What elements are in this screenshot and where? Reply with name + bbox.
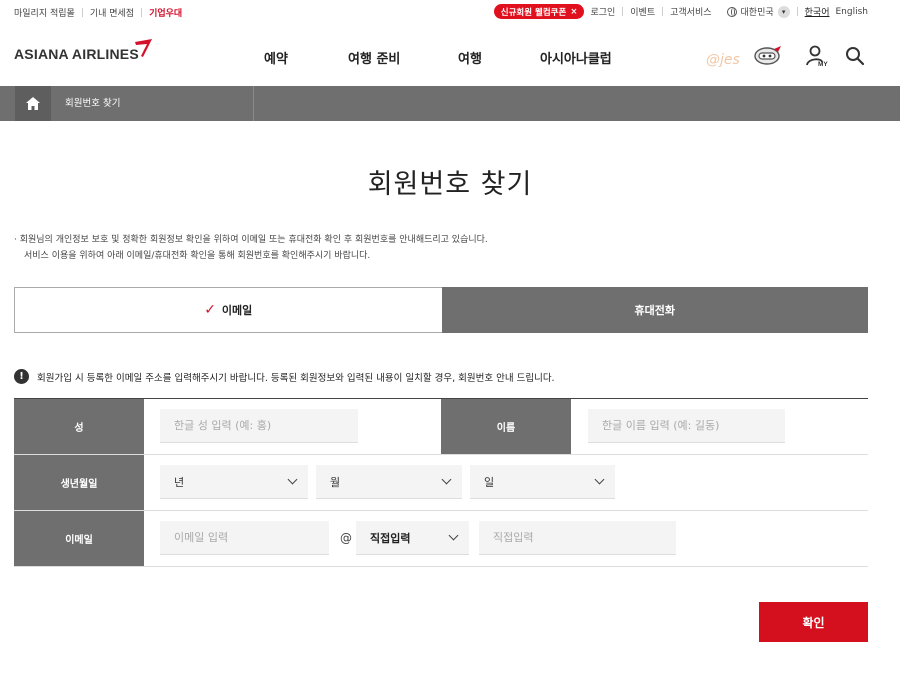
- home-button[interactable]: [15, 86, 51, 121]
- chevron-down-icon: [594, 474, 605, 485]
- email-id-input[interactable]: [160, 521, 329, 555]
- name-row: 성 이름: [14, 399, 868, 455]
- birth-year-value: 년: [174, 475, 185, 489]
- intro-line-2: 서비스 이용을 위하여 아래 이메일/휴대전화 확인을 통해 회원번호를 확인해…: [24, 251, 371, 261]
- email-notice: ! 회원가입 시 등록한 이메일 주소를 입력해주시기 바랍니다. 등록된 회원…: [14, 369, 555, 384]
- divider: [141, 8, 143, 17]
- tab-email[interactable]: ✓ 이메일: [14, 287, 442, 333]
- close-icon[interactable]: ×: [570, 7, 577, 17]
- region-label: 대한민국: [740, 8, 774, 18]
- logo-wing-icon: [135, 39, 152, 57]
- mascot-icon[interactable]: [750, 44, 784, 66]
- login-link[interactable]: 로그인: [590, 5, 615, 18]
- event-link[interactable]: 이벤트: [630, 5, 655, 18]
- email-domain-input[interactable]: [479, 521, 676, 555]
- email-row: 이메일 @ 직접입력: [14, 511, 868, 567]
- birthdate-label: 생년월일: [14, 455, 144, 510]
- utility-right: 신규회원 웰컴쿠폰 × 로그인 이벤트 고객서비스 대한민국 ▾ 한국어 Eng…: [493, 4, 869, 19]
- tab-email-label: 이메일: [221, 304, 253, 317]
- globe-icon: [726, 6, 737, 17]
- mileage-mall-link[interactable]: 마일리지 적립몰: [14, 6, 75, 19]
- chevron-down-icon: [441, 474, 452, 485]
- chevron-down-icon: [448, 530, 459, 541]
- breadcrumb-current[interactable]: 회원번호 찾기: [51, 86, 254, 121]
- utility-bar: 마일리지 적립몰 기내 면세점 기업우대 신규회원 웰컴쿠폰 × 로그인 이벤트…: [0, 0, 900, 24]
- birth-month-value: 월: [330, 475, 341, 489]
- coupon-label: 신규회원 웰컴쿠폰: [500, 7, 567, 18]
- page-title: 회원번호 찾기: [367, 169, 533, 200]
- birth-month-select[interactable]: 월: [316, 465, 462, 499]
- lang-english-link[interactable]: English: [836, 7, 869, 17]
- tab-phone[interactable]: 휴대전화: [441, 287, 868, 333]
- nav-reservation[interactable]: 예약: [264, 48, 288, 67]
- email-domain-value: 직접입력: [370, 531, 411, 545]
- search-icon[interactable]: [845, 46, 865, 66]
- divider: [662, 7, 664, 16]
- intro-line-1: · 회원님의 개인정보 보호 및 정확한 회원정보 확인을 위하여 이메일 또는…: [14, 235, 488, 245]
- notice-text: 회원가입 시 등록한 이메일 주소를 입력해주시기 바랍니다. 등록된 회원정보…: [37, 372, 555, 384]
- confirm-button[interactable]: 확인: [759, 602, 868, 642]
- welcome-coupon-badge[interactable]: 신규회원 웰컴쿠폰 ×: [493, 4, 585, 19]
- given-name-input[interactable]: [588, 409, 785, 443]
- birth-day-value: 일: [484, 475, 495, 489]
- lang-korean-link[interactable]: 한국어: [805, 5, 830, 18]
- watermark: @jes: [706, 52, 740, 68]
- chevron-down-icon: ▾: [777, 5, 790, 18]
- nav-travel[interactable]: 여행: [458, 48, 482, 67]
- birthdate-row: 생년월일 년 월 일: [14, 455, 868, 511]
- duty-free-link[interactable]: 기내 면세점: [90, 6, 134, 19]
- check-icon: ✓: [204, 302, 216, 318]
- utility-links: 마일리지 적립몰 기내 면세점 기업우대: [14, 6, 182, 19]
- my-page-icon[interactable]: MY: [806, 45, 828, 67]
- customer-service-link[interactable]: 고객서비스: [670, 5, 711, 18]
- email-domain-select[interactable]: 직접입력: [356, 521, 469, 555]
- divider: [719, 7, 720, 16]
- logo[interactable]: ASIANA AIRLINES: [14, 46, 139, 62]
- home-icon: [26, 97, 40, 110]
- main-header: ASIANA AIRLINES 예약 여행 준비 여행 아시아나클럽 @jes …: [0, 36, 900, 76]
- nav-asiana-club[interactable]: 아시아나클럽: [540, 48, 612, 67]
- chevron-down-icon: [287, 474, 298, 485]
- birth-day-select[interactable]: 일: [470, 465, 615, 499]
- intro-text: · 회원님의 개인정보 보호 및 정확한 회원정보 확인을 위하여 이메일 또는…: [14, 232, 488, 264]
- divider: [622, 7, 624, 16]
- divider: [81, 8, 83, 17]
- region-selector[interactable]: 대한민국 ▾: [726, 5, 790, 18]
- find-member-form: 성 이름 생년월일 년 월 일 이메일 @ 직접입력: [14, 398, 868, 567]
- surname-label: 성: [14, 399, 144, 454]
- given-name-label: 이름: [441, 399, 571, 454]
- email-label: 이메일: [14, 511, 144, 566]
- corporate-link[interactable]: 기업우대: [149, 6, 182, 19]
- birth-year-select[interactable]: 년: [160, 465, 308, 499]
- tab-phone-label: 휴대전화: [634, 304, 675, 317]
- my-label: MY: [818, 61, 828, 67]
- breadcrumb: 회원번호 찾기: [0, 86, 900, 121]
- divider: [796, 7, 798, 16]
- surname-input[interactable]: [160, 409, 358, 443]
- verification-tabs: ✓ 이메일 휴대전화: [14, 287, 868, 333]
- at-sign: @: [340, 531, 352, 545]
- alert-icon: !: [14, 369, 29, 384]
- nav-travel-prep[interactable]: 여행 준비: [348, 48, 400, 67]
